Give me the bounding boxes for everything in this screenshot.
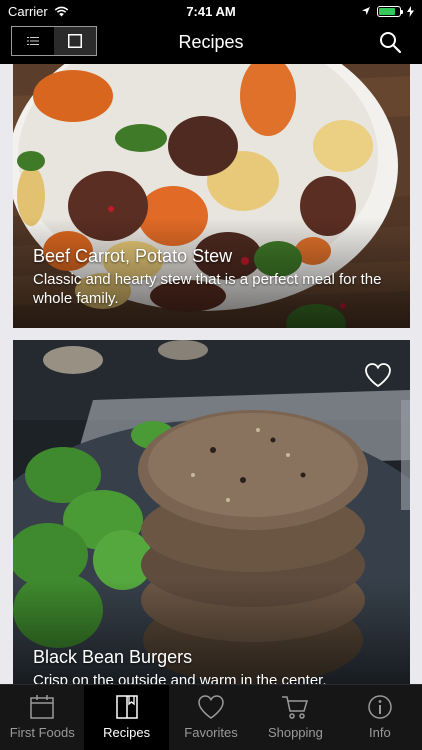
recipe-card[interactable]: Black Bean Burgers Crisp on the outside … <box>13 340 410 684</box>
tab-bar: First Foods Recipes Favorites Shopping I… <box>0 684 422 750</box>
cart-icon <box>282 696 309 719</box>
tab-label: Info <box>368 725 391 740</box>
recipe-card[interactable]: Beef Carrot, Potato Stew Classic and hea… <box>13 64 410 328</box>
location-arrow-icon <box>362 7 370 15</box>
heart-icon <box>198 695 224 719</box>
charging-bolt-icon <box>407 5 414 17</box>
card-caption: Black Bean Burgers Crisp on the outside … <box>33 647 394 684</box>
card-caption: Beef Carrot, Potato Stew Classic and hea… <box>33 246 394 308</box>
carrier-label: Carrier <box>8 3 48 19</box>
tab-favorites[interactable]: Favorites <box>169 685 253 750</box>
tab-shopping[interactable]: Shopping <box>253 685 337 750</box>
tab-info[interactable]: Info <box>338 685 422 750</box>
status-time: 7:41 AM <box>186 3 236 19</box>
tab-label: First Foods <box>9 725 75 740</box>
recipe-title: Black Bean Burgers <box>33 647 193 667</box>
tab-label: Shopping <box>267 725 323 740</box>
recipe-description: Classic and hearty stew that is a perfec… <box>33 271 382 307</box>
calendar-icon <box>30 695 54 719</box>
navigation-bar: Recipes <box>0 22 422 64</box>
battery-fill <box>379 7 395 15</box>
wifi-icon <box>54 6 68 16</box>
recipe-description: Crisp on the outside and warm in the cen… <box>33 672 327 684</box>
book-icon <box>115 695 138 719</box>
status-left: Carrier <box>8 4 148 19</box>
page-title: Recipes <box>178 32 244 52</box>
recipe-list[interactable]: Beef Carrot, Potato Stew Classic and hea… <box>0 64 422 684</box>
status-bar: Carrier 7:41 AM <box>0 0 422 22</box>
info-icon <box>368 695 392 719</box>
battery-icon <box>377 5 403 17</box>
recipe-title: Beef Carrot, Potato Stew <box>33 246 233 266</box>
favorite-heart-icon[interactable] <box>364 362 392 388</box>
tab-first-foods[interactable]: First Foods <box>0 685 84 750</box>
tab-label: Recipes <box>103 725 151 740</box>
tab-recipes[interactable]: Recipes <box>84 685 169 750</box>
tab-label: Favorites <box>184 725 238 740</box>
status-right <box>274 5 414 17</box>
search-icon[interactable] <box>378 30 402 54</box>
